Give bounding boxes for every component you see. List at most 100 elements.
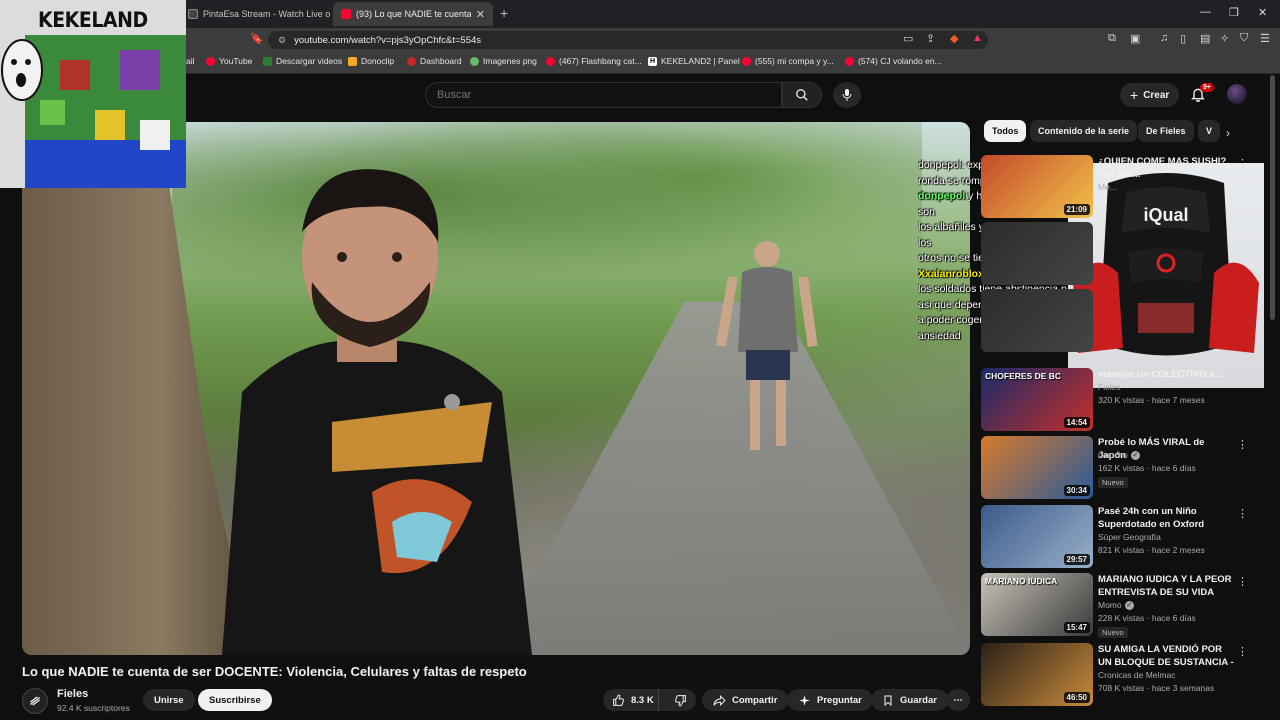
screenshot-icon[interactable]: ▣ — [1130, 32, 1140, 45]
bookmark-icon[interactable]: 🔖 — [250, 32, 264, 45]
site-info-icon[interactable]: ⚙ — [278, 35, 286, 46]
recommendation-title[interactable]: ¿QUIEN COME MAS SUSHI? con MA... — [1098, 155, 1234, 181]
video-thumbnail[interactable]: 21:09 — [981, 155, 1093, 218]
chip-channel[interactable]: De Fieles — [1138, 120, 1194, 142]
join-button[interactable]: Unirse — [143, 689, 195, 711]
share-button[interactable]: Compartir — [702, 689, 789, 711]
channel-name[interactable]: Fieles — [57, 688, 88, 700]
recommendation-title[interactable]: SU AMIGA LA VENDIÓ POR UN BLOQUE DE SUST… — [1098, 643, 1234, 669]
subscribe-button[interactable]: Suscribirse — [198, 689, 272, 711]
thumbs-down-icon — [675, 694, 687, 706]
video-thumbnail[interactable]: MARIANO IUDICA 15:47 — [981, 573, 1093, 636]
youtube-icon — [206, 56, 215, 66]
recommendation-item[interactable]: 29:57 Pasé 24h con un Niño Superdotado en… — [981, 505, 1251, 569]
leo-icon[interactable]: ✧ — [1220, 32, 1229, 45]
chevron-right-icon[interactable]: › — [1226, 126, 1230, 140]
wallet-icon[interactable]: ▤ — [1200, 32, 1210, 45]
vpn-icon[interactable]: ⛉ — [1240, 32, 1248, 45]
browser-menu-icon[interactable]: ☰ — [1260, 32, 1270, 45]
bookmark-item[interactable]: Descargar videos — [263, 56, 342, 66]
video-thumbnail[interactable]: 30:34 — [981, 436, 1093, 499]
recommendation-item[interactable]: 46:50 SU AMIGA LA VENDIÓ POR UN BLOQUE DE… — [981, 643, 1251, 707]
duration-badge: 29:57 — [1063, 554, 1090, 565]
twitch-favicon-icon — [188, 9, 198, 19]
recommendation-meta: 821 K vistas · hace 2 meses — [1098, 545, 1205, 555]
restore-icon[interactable]: ❐ — [1229, 6, 1239, 19]
search-input[interactable] — [425, 82, 782, 108]
like-count: 8.3 K — [631, 694, 654, 706]
kebab-menu-icon[interactable]: ⋮ — [1237, 507, 1248, 520]
chip-more[interactable]: V — [1198, 120, 1221, 142]
recommendation-channel[interactable]: Súper Geografía — [1098, 532, 1161, 542]
channel-label: Fieles — [1098, 382, 1121, 392]
kebab-menu-icon[interactable]: ⋮ — [1237, 370, 1248, 383]
duration-badge: 46:50 — [1063, 692, 1090, 703]
channel-label: Súper Geografía — [1098, 532, 1161, 542]
bookmark-item[interactable]: ail — [186, 56, 195, 66]
more-actions-button[interactable]: ⋯ — [946, 689, 970, 711]
tab-youtube[interactable]: (93) Lo que NADIE te cuenta de ✕ — [333, 2, 493, 26]
recommendation-title[interactable]: MARIANO IUDICA Y LA PEOR ENTREVISTA DE S… — [1098, 573, 1234, 599]
brave-shield-icon[interactable]: ◆ — [950, 32, 958, 45]
media-icon[interactable]: ♫ — [1160, 32, 1168, 44]
recommendation-title[interactable]: manejar un COLECTIVO s... — [1098, 368, 1234, 381]
account-avatar[interactable] — [1227, 84, 1247, 104]
kebab-menu-icon[interactable]: ⋮ — [1237, 645, 1248, 658]
kebab-menu-icon[interactable]: ⋮ — [1237, 438, 1248, 451]
video-thumbnail[interactable]: CHOFERES DE BC 14:54 — [981, 368, 1093, 431]
ask-button[interactable]: Preguntar — [787, 689, 873, 711]
bookmark-item[interactable]: (467) Flashbang cat... — [546, 56, 642, 66]
page-scrollbar[interactable] — [1270, 75, 1275, 320]
recommendation-item[interactable] — [981, 222, 1251, 286]
tab-close-icon[interactable]: ✕ — [476, 8, 485, 21]
recommendation-channel[interactable]: Momo ✓ — [1098, 600, 1134, 610]
recommendation-item[interactable]: 21:09 ¿QUIEN COME MAS SUSHI? con MA... Me.… — [981, 155, 1251, 219]
kebab-menu-icon[interactable]: ⋮ — [1237, 575, 1248, 588]
video-thumbnail[interactable]: 29:57 — [981, 505, 1093, 568]
share-page-icon[interactable]: ⇪ — [926, 32, 935, 45]
save-button[interactable]: Guardar — [871, 689, 948, 711]
close-window-icon[interactable]: ✕ — [1258, 6, 1267, 19]
brave-rewards-icon[interactable]: ▲ — [972, 32, 983, 44]
recommendation-channel[interactable]: Goncho ✓ — [1098, 450, 1140, 460]
recommendation-channel[interactable]: Me... — [1098, 182, 1117, 192]
recommendation-title[interactable]: Pasé 24h con un Niño Superdotado en Oxfo… — [1098, 505, 1234, 531]
video-thumbnail[interactable] — [981, 222, 1093, 285]
bookmark-item[interactable]: Imagenes png — [470, 56, 537, 66]
recommendation-item[interactable] — [981, 289, 1251, 353]
channel-avatar[interactable] — [22, 688, 48, 714]
video-thumbnail[interactable]: 46:50 — [981, 643, 1093, 706]
recommendation-item[interactable]: 30:34 Probé lo MÁS VIRAL de Japón Goncho ✓ 1… — [981, 436, 1251, 500]
voice-search-button[interactable] — [833, 82, 861, 108]
recommendation-channel[interactable]: Cronicas de Melmac — [1098, 670, 1175, 680]
recommendation-item[interactable]: MARIANO IUDICA 15:47 MARIANO IUDICA Y LA P… — [981, 573, 1251, 638]
chip-all[interactable]: Todos — [984, 120, 1027, 142]
bookmark-item[interactable]: YouTube — [206, 56, 252, 66]
sidebar-icon[interactable]: ▯ — [1180, 32, 1186, 45]
recommendation-item[interactable]: CHOFERES DE BC 14:54 manejar un COLECTIVO … — [981, 368, 1251, 432]
bookmark-item[interactable]: Dashboard — [407, 56, 462, 66]
chip-series[interactable]: Contenido de la serie — [1030, 120, 1138, 142]
kebab-menu-icon[interactable]: ⋮ — [1237, 157, 1248, 170]
minimize-icon[interactable]: — — [1200, 6, 1211, 18]
install-app-icon[interactable]: ▭ — [903, 32, 913, 45]
youtube-icon — [845, 56, 854, 66]
browser-tab-bar: PintaEsa Stream - Watch Live on (93) Lo … — [0, 0, 1280, 28]
address-bar[interactable]: ⚙ youtube.com/watch?v=pjs3yOpChfc&t=554s — [268, 31, 988, 49]
video-frame-teacher — [222, 169, 532, 655]
video-player[interactable] — [22, 122, 970, 655]
like-button[interactable]: 8.3 K — [603, 689, 660, 711]
bookmark-item[interactable]: (574) CJ volando en... — [845, 56, 942, 66]
create-button[interactable]: + Crear — [1120, 83, 1180, 107]
extensions-icon[interactable]: ⧉ — [1108, 32, 1116, 45]
dislike-button[interactable] — [665, 689, 696, 711]
thumbs-up-icon — [613, 694, 624, 706]
search-button[interactable] — [782, 82, 822, 108]
tab-pintaesa[interactable]: PintaEsa Stream - Watch Live on — [180, 2, 330, 26]
bookmark-item[interactable]: Donoclip — [348, 56, 394, 66]
bookmark-item[interactable]: H KEKELAND2 | Panel — [648, 56, 740, 66]
new-tab-icon[interactable]: + — [500, 5, 508, 21]
video-thumbnail[interactable] — [981, 289, 1093, 352]
recommendation-channel[interactable]: Fieles — [1098, 382, 1121, 392]
bookmark-item[interactable]: (555) mi compa y y... — [742, 56, 834, 66]
